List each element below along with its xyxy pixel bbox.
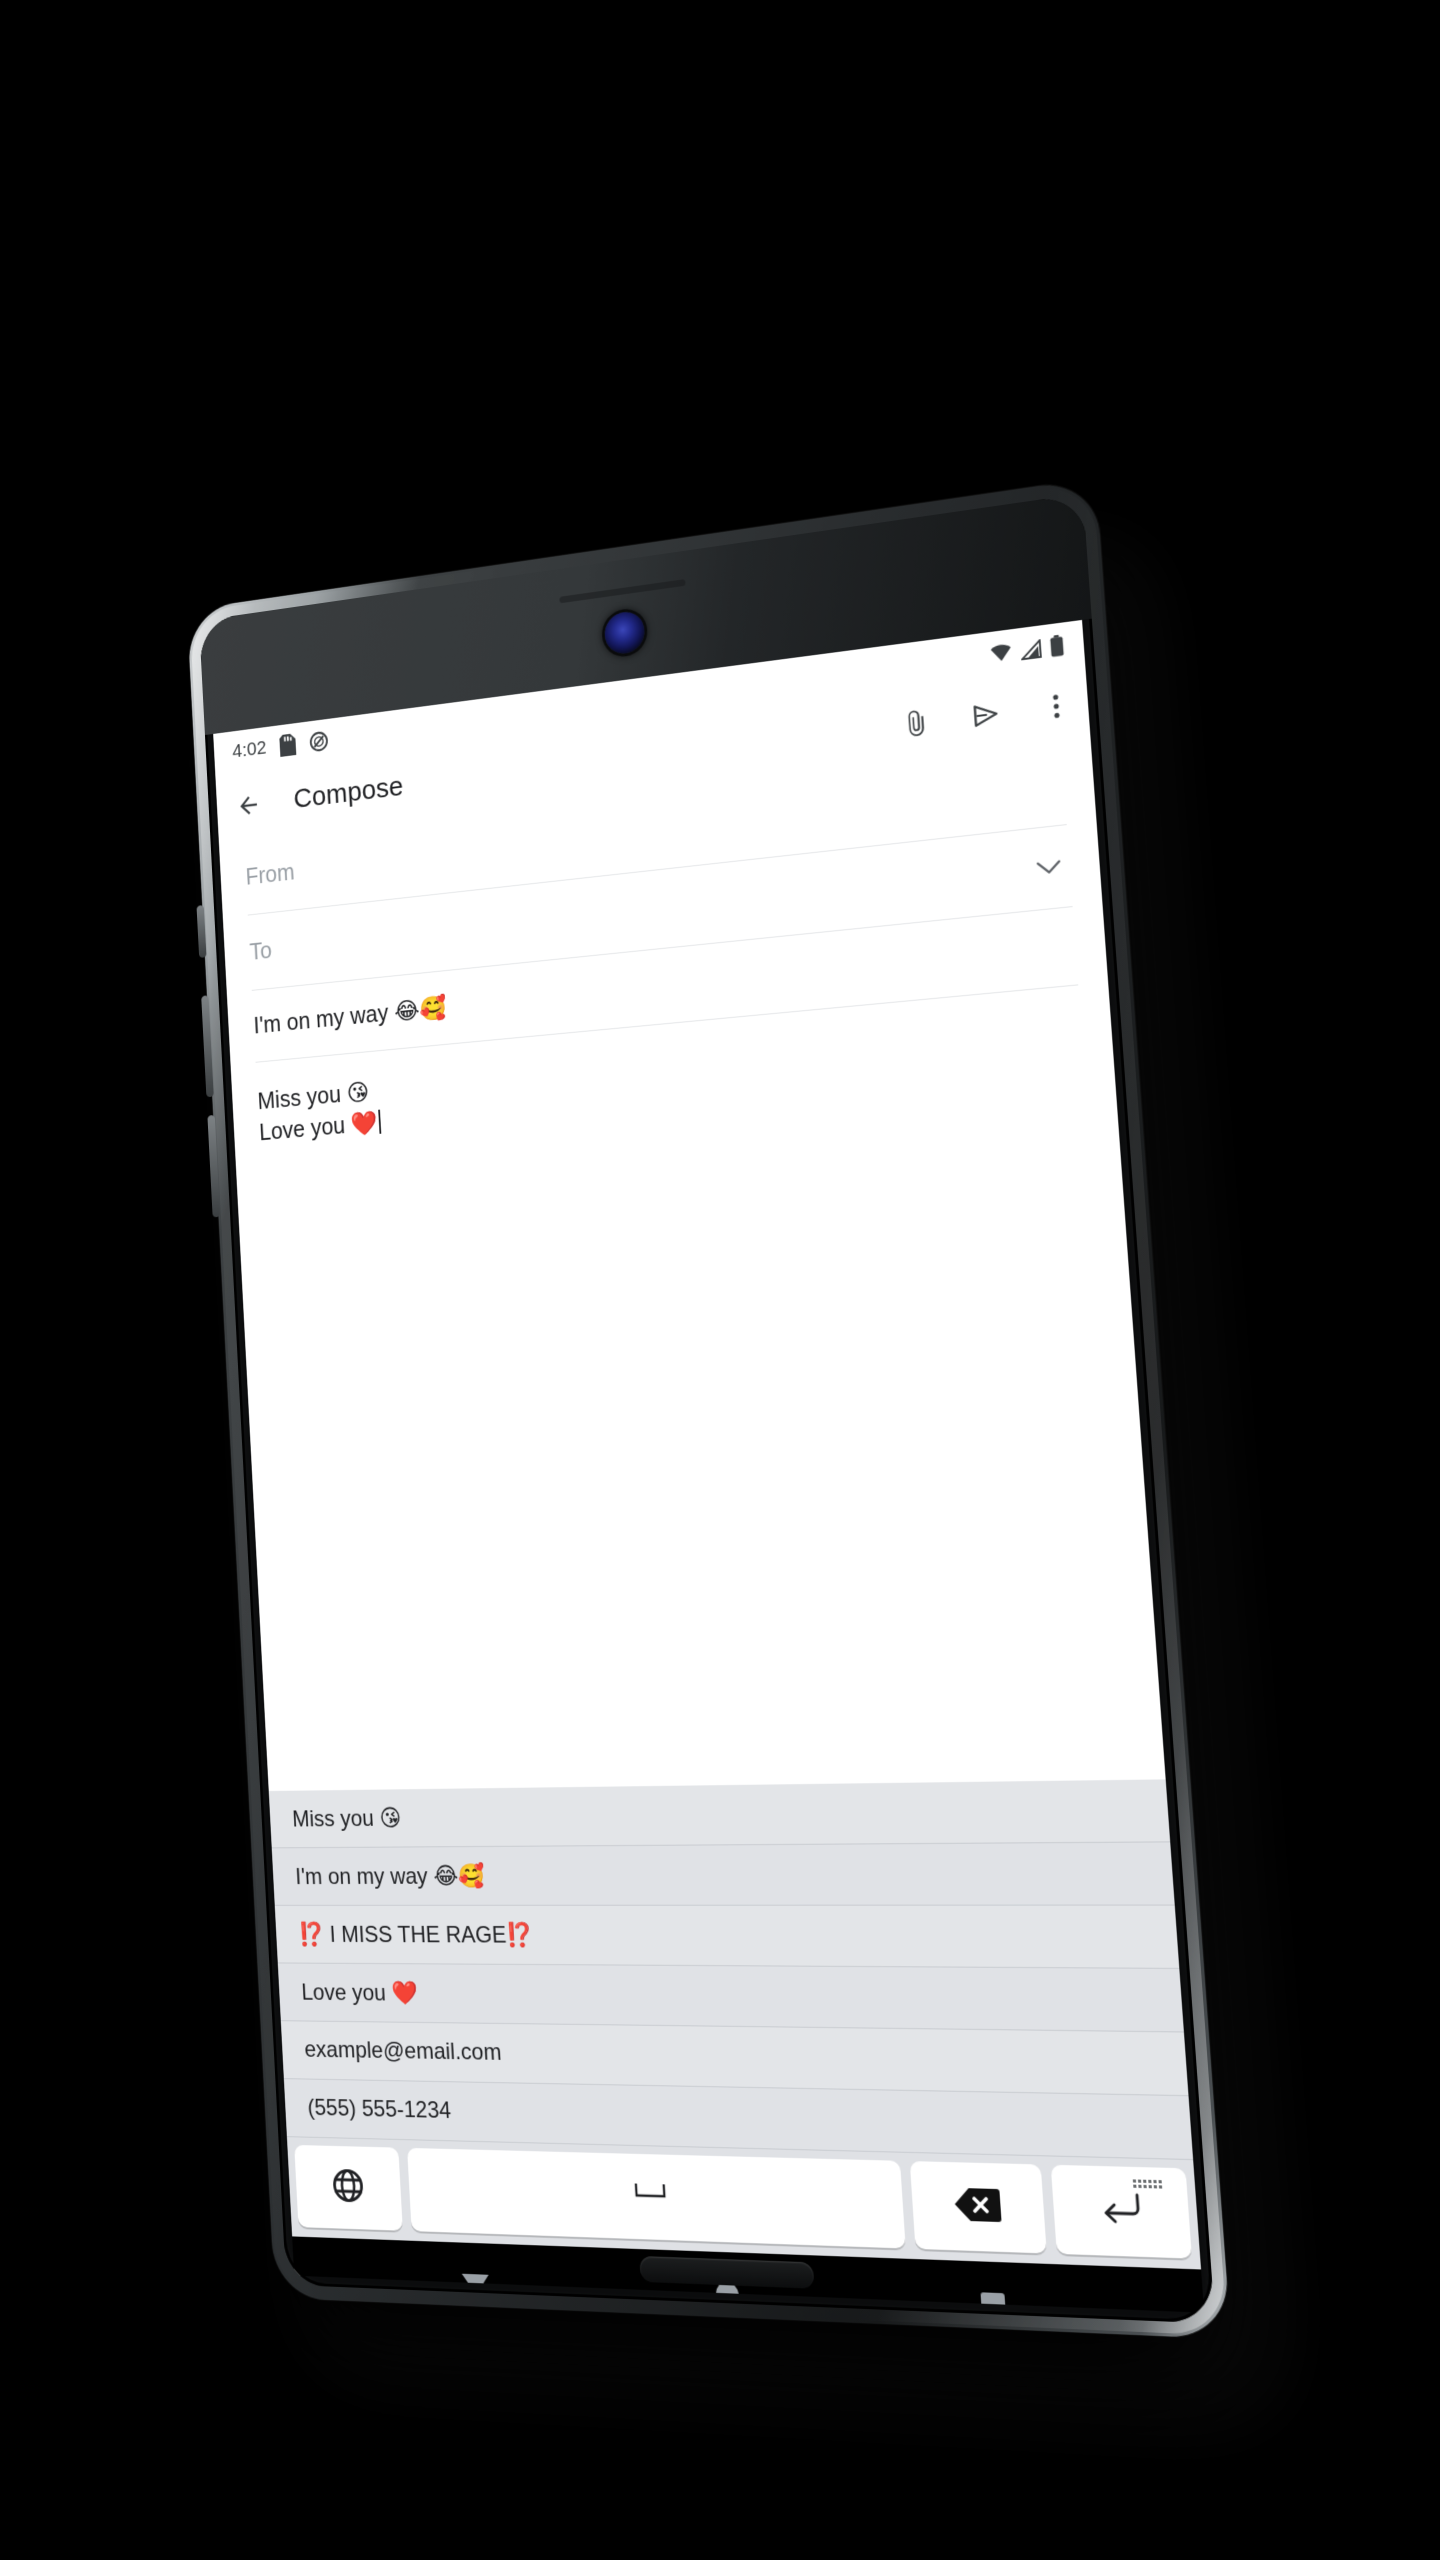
keyboard-panel: Miss you 😘 I'm on my way 😂🥰 ⁉️ I MISS TH… xyxy=(269,1779,1201,2269)
status-bar-clock: 4:02 xyxy=(232,737,267,763)
volume-up-button[interactable] xyxy=(201,995,214,1097)
language-switch-key[interactable] xyxy=(294,2145,403,2231)
signal-icon xyxy=(1020,639,1042,660)
status-bar-left: 4:02 xyxy=(232,729,329,763)
more-options-button[interactable] xyxy=(1037,686,1075,726)
status-bar-right xyxy=(989,623,1066,677)
perspective-wrapper: 4:02 Compose From To I'm on my way 😂🥰 Mi… xyxy=(0,0,1440,2560)
suggestion-item[interactable]: Miss you 😘 xyxy=(269,1779,1170,1848)
globe-icon xyxy=(330,2165,367,2209)
text-caret xyxy=(378,1110,381,1134)
enter-key[interactable] xyxy=(1051,2165,1192,2259)
earpiece-speaker xyxy=(559,579,685,603)
phone-screen: 4:02 Compose From To I'm on my way 😂🥰 Mi… xyxy=(213,620,1204,2313)
nav-back-button[interactable] xyxy=(447,2254,504,2313)
do-not-disturb-icon xyxy=(308,729,329,752)
screenshot-root: 4:02 Compose From To I'm on my way 😂🥰 Mi… xyxy=(0,0,1440,2560)
sd-card-icon xyxy=(279,733,296,757)
message-body-field[interactable]: Miss you 😘 Love you ❤️ xyxy=(256,985,1135,1790)
keyboard-toggle-icon[interactable] xyxy=(1115,2153,1181,2217)
space-key[interactable] xyxy=(407,2148,906,2249)
enter-icon xyxy=(1098,2190,1144,2232)
suggestion-item[interactable]: ⁉️ I MISS THE RAGE⁉️ xyxy=(275,1906,1180,1969)
page-title: Compose xyxy=(293,771,404,815)
backspace-key[interactable] xyxy=(910,2161,1047,2253)
bottom-speaker-slot xyxy=(639,2256,814,2289)
to-field-placeholder: To xyxy=(249,937,272,966)
subject-field-value: I'm on my way 😂🥰 xyxy=(253,993,447,1040)
space-icon xyxy=(634,2176,667,2208)
back-arrow-icon[interactable] xyxy=(231,785,266,825)
nav-home-button[interactable] xyxy=(697,2263,757,2313)
suggestion-item[interactable]: I'm on my way 😂🥰 xyxy=(272,1842,1175,1905)
send-button[interactable] xyxy=(967,695,1004,734)
wifi-icon xyxy=(990,643,1013,663)
nav-recents-button[interactable] xyxy=(961,2273,1025,2313)
device-side-button-top[interactable] xyxy=(196,905,206,958)
chevron-down-icon[interactable] xyxy=(1035,857,1062,882)
app-bar-actions xyxy=(896,667,1076,763)
compose-form: From To I'm on my way 😂🥰 Miss you 😘 Love… xyxy=(219,740,1166,1791)
backspace-icon xyxy=(954,2185,1003,2229)
phone-device: 4:02 Compose From To I'm on my way 😂🥰 Mi… xyxy=(187,478,1231,2339)
battery-icon xyxy=(1049,634,1064,657)
attach-file-button[interactable] xyxy=(898,704,935,743)
body-line-text: Love you ❤️ xyxy=(259,1110,379,1146)
volume-down-button[interactable] xyxy=(207,1115,220,1218)
from-field-placeholder: From xyxy=(245,859,295,891)
phone-bezel: 4:02 Compose From To I'm on my way 😂🥰 Mi… xyxy=(199,493,1215,2323)
front-camera-icon xyxy=(604,610,646,656)
navigation-bar xyxy=(292,2236,1204,2312)
